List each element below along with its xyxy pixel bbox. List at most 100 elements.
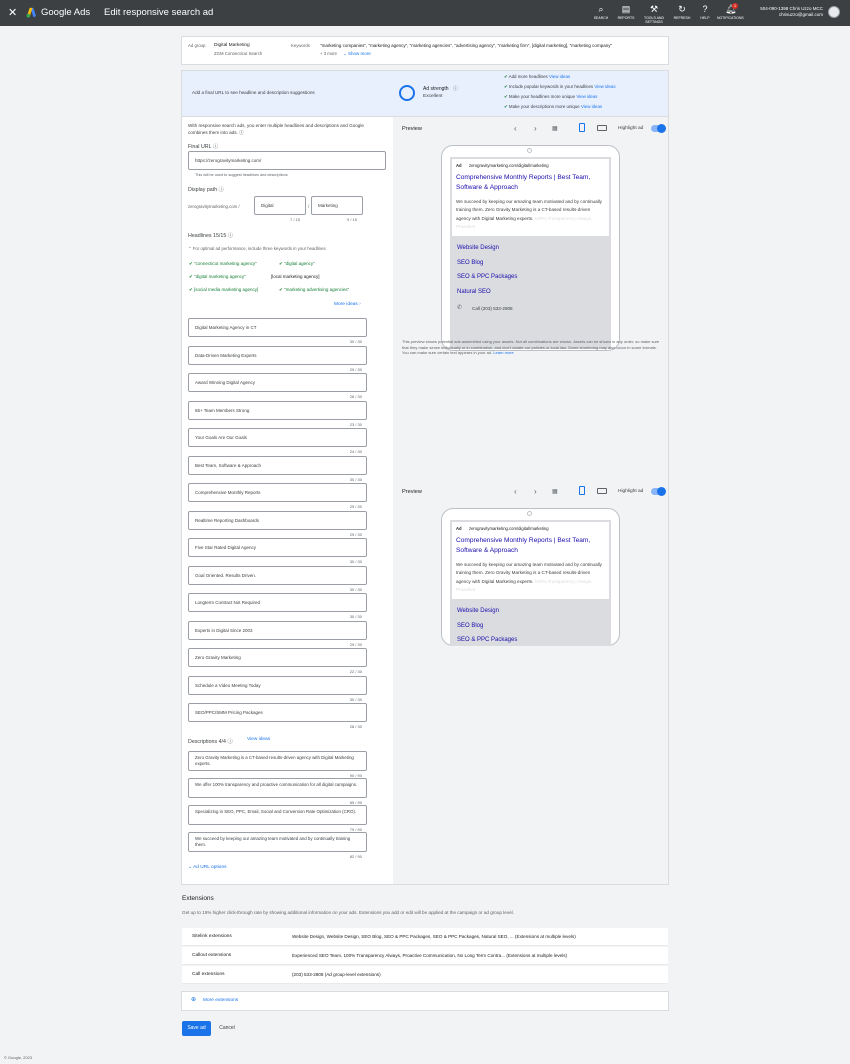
- avatar[interactable]: [828, 6, 840, 18]
- keywords-list: "marketing companies", "marketing agency…: [320, 43, 613, 48]
- ad-description: We succeed by keeping our amazing team m…: [456, 199, 602, 230]
- notifications-button[interactable]: 🔔︎ NOTIFICATIONS 1: [717, 3, 744, 20]
- mobile-preview-icon[interactable]: [579, 123, 585, 132]
- ad-sitelink[interactable]: SEO Blog: [457, 623, 483, 629]
- desktop-preview-icon[interactable]: [597, 125, 607, 131]
- tools-settings-button[interactable]: ⚒ TOOLS AND SETTINGS: [641, 4, 667, 24]
- ad-sitelink[interactable]: Natural SEO: [457, 289, 491, 295]
- chevron-right-icon[interactable]: ›: [534, 487, 537, 496]
- ad-description: We succeed by keeping our amazing team m…: [456, 562, 602, 593]
- keyword-chip: ✔ [social media marketing agency]: [189, 287, 259, 292]
- description-input[interactable]: We offer 100% transparency and proactive…: [188, 778, 367, 798]
- final-url-input[interactable]: https://zerogravitymarketing.com/: [188, 151, 386, 170]
- display-domain: zerogravitymarketing.com /: [188, 204, 240, 209]
- tip-item: ✔ Add more headlines View ideas: [504, 74, 571, 79]
- headline-input[interactable]: Schedule a Video Meeting Today: [188, 675, 367, 695]
- path2-input[interactable]: Marketing: [311, 196, 363, 215]
- phone-camera: [527, 148, 532, 153]
- view-ideas-link[interactable]: View ideas: [549, 74, 570, 79]
- ad-strength-value: Excellent: [423, 94, 443, 99]
- ad-call-extension[interactable]: Call (203) 533-2808: [472, 306, 513, 311]
- grid-view-icon[interactable]: ▦: [552, 488, 558, 495]
- chevron-up-icon[interactable]: ⌃: [188, 246, 192, 251]
- extensions-title: Extensions: [182, 895, 214, 902]
- headline-input[interactable]: Realtime Reporting Dashboards: [188, 510, 367, 530]
- refresh-icon: ↻: [678, 4, 686, 14]
- keyword-hint: ⌃ For optimal ad performance, include th…: [188, 246, 326, 251]
- reports-tool-button[interactable]: ▤ REPORTS: [613, 4, 639, 20]
- more-extensions-button[interactable]: ⊕ More extensions: [182, 992, 668, 1010]
- tip-item: ✔ Make your headlines more unique View i…: [504, 94, 598, 99]
- grid-view-icon[interactable]: ▦: [552, 125, 558, 132]
- help-button[interactable]: ? HELP: [692, 4, 718, 20]
- ad-strength-help-icon[interactable]: ⓘ: [453, 85, 458, 92]
- ad-url-options-toggle[interactable]: ⌄ Ad URL options: [188, 865, 227, 870]
- descriptions-view-ideas-link[interactable]: View ideas: [247, 737, 270, 742]
- ad-tag: Ad: [456, 163, 462, 168]
- headlines-label: Headlines 15/15 ⓘ: [188, 233, 234, 239]
- ad-group-card: Ad group Digital Marketing ZGM Connectic…: [182, 37, 668, 64]
- description-input[interactable]: Zero Gravity Marketing is a CT-based res…: [188, 751, 367, 771]
- help-icon[interactable]: ⓘ: [213, 144, 218, 150]
- top-bar: ✕ Google Ads Edit responsive search ad ⌕…: [0, 0, 850, 26]
- extension-row-calls[interactable]: Call extensions (203) 533-2808 (Ad group…: [182, 966, 668, 984]
- chevron-right-icon[interactable]: ›: [534, 124, 537, 133]
- headline-input[interactable]: Zero Gravity Marketing: [188, 648, 367, 667]
- chevron-left-icon[interactable]: ‹: [514, 487, 517, 496]
- help-icon[interactable]: ⓘ: [219, 187, 224, 193]
- help-icon[interactable]: ⓘ: [227, 739, 232, 745]
- account-info[interactable]: 504-090-1398 Chris Uzzo MCC chrisuzzo@gm…: [753, 6, 823, 18]
- chevron-left-icon[interactable]: ‹: [514, 124, 517, 133]
- headline-input[interactable]: Digital Marketing Agency in CT: [188, 318, 367, 337]
- headline-input[interactable]: 65+ Team Members Strong: [188, 400, 367, 420]
- headline-input[interactable]: Award Winning Digital Agency: [188, 373, 367, 392]
- ad-sitelink[interactable]: SEO & PPC Packages: [457, 637, 517, 643]
- highlight-ad-toggle[interactable]: [651, 124, 666, 133]
- ad-headline[interactable]: Comprehensive Monthly Reports | Best Tea…: [456, 173, 606, 193]
- ad-sitelink[interactable]: Website Design: [457, 245, 499, 251]
- view-ideas-link[interactable]: View ideas: [581, 104, 602, 109]
- ad-sitelink[interactable]: SEO Blog: [457, 260, 483, 266]
- brand-name: Google Ads: [41, 7, 91, 18]
- desktop-preview-icon[interactable]: [597, 488, 607, 494]
- more-ideas-link[interactable]: More ideas ›: [334, 302, 361, 307]
- description-input[interactable]: We succeed by keeping our amazing team m…: [188, 832, 367, 852]
- path1-input[interactable]: Digital: [254, 196, 306, 215]
- extension-row-sitelinks[interactable]: Sitelink extensions Website Design, Webs…: [182, 928, 668, 946]
- highlight-ad-label: Highlight ad: [618, 126, 644, 131]
- headline-input[interactable]: SEO/PPC/SMM Pricing Packages: [188, 703, 367, 722]
- view-ideas-link[interactable]: View ideas: [576, 94, 597, 99]
- headline-input[interactable]: Best Team, Software & Approach: [188, 455, 367, 475]
- highlight-ad-toggle[interactable]: [651, 487, 666, 496]
- learn-more-link[interactable]: Learn more: [493, 350, 513, 355]
- headline-input[interactable]: Five Star Rated Digital Agency: [188, 538, 367, 557]
- path1-counter: 7 / 15: [289, 217, 300, 222]
- help-icon[interactable]: ⓘ: [228, 233, 233, 239]
- help-icon[interactable]: ⓘ: [239, 130, 244, 135]
- save-ad-button[interactable]: Save ad: [182, 1021, 211, 1036]
- close-icon[interactable]: ✕: [8, 6, 17, 19]
- headline-input[interactable]: Comprehensive Monthly Reports: [188, 483, 367, 502]
- headline-input[interactable]: Experts in Digital Since 2003: [188, 620, 367, 640]
- preview-label: Preview: [402, 489, 422, 495]
- descriptions-label: Descriptions 4/4 ⓘ: [188, 739, 233, 745]
- headline-input[interactable]: Your Goals Are Our Goals: [188, 428, 367, 447]
- show-more-link[interactable]: ⌄ Show more: [343, 51, 371, 57]
- cancel-button[interactable]: Cancel: [213, 1021, 241, 1036]
- ad-headline[interactable]: Comprehensive Monthly Reports | Best Tea…: [456, 536, 606, 556]
- mobile-preview-icon[interactable]: [579, 486, 585, 495]
- ad-sitelink[interactable]: Website Design: [457, 608, 499, 614]
- ad-sitelink[interactable]: SEO & PPC Packages: [457, 274, 517, 280]
- final-url-label: Final URL ⓘ: [188, 144, 219, 150]
- headline-input[interactable]: Goal Oriented. Results Driven.: [188, 565, 367, 585]
- chevron-right-icon: ›: [359, 302, 361, 307]
- reports-icon: ▤: [621, 4, 631, 14]
- extension-row-callouts[interactable]: Callout extensions Experienced SEO Team,…: [182, 947, 668, 965]
- search-tool-button[interactable]: ⌕ SEARCH: [588, 4, 614, 20]
- description-input[interactable]: Specializing in SEO, PPC, Email, Social …: [188, 805, 367, 825]
- view-ideas-link[interactable]: View ideas: [594, 84, 615, 89]
- footer-copyright: © Google, 2023: [4, 1055, 33, 1060]
- headline-input[interactable]: Longterm Contract Not Required: [188, 593, 367, 612]
- headline-input[interactable]: Data-Driven Marketing Experts: [188, 345, 367, 365]
- ad-display-url: zerogravitymarketing.com/digital/marketi…: [469, 163, 549, 168]
